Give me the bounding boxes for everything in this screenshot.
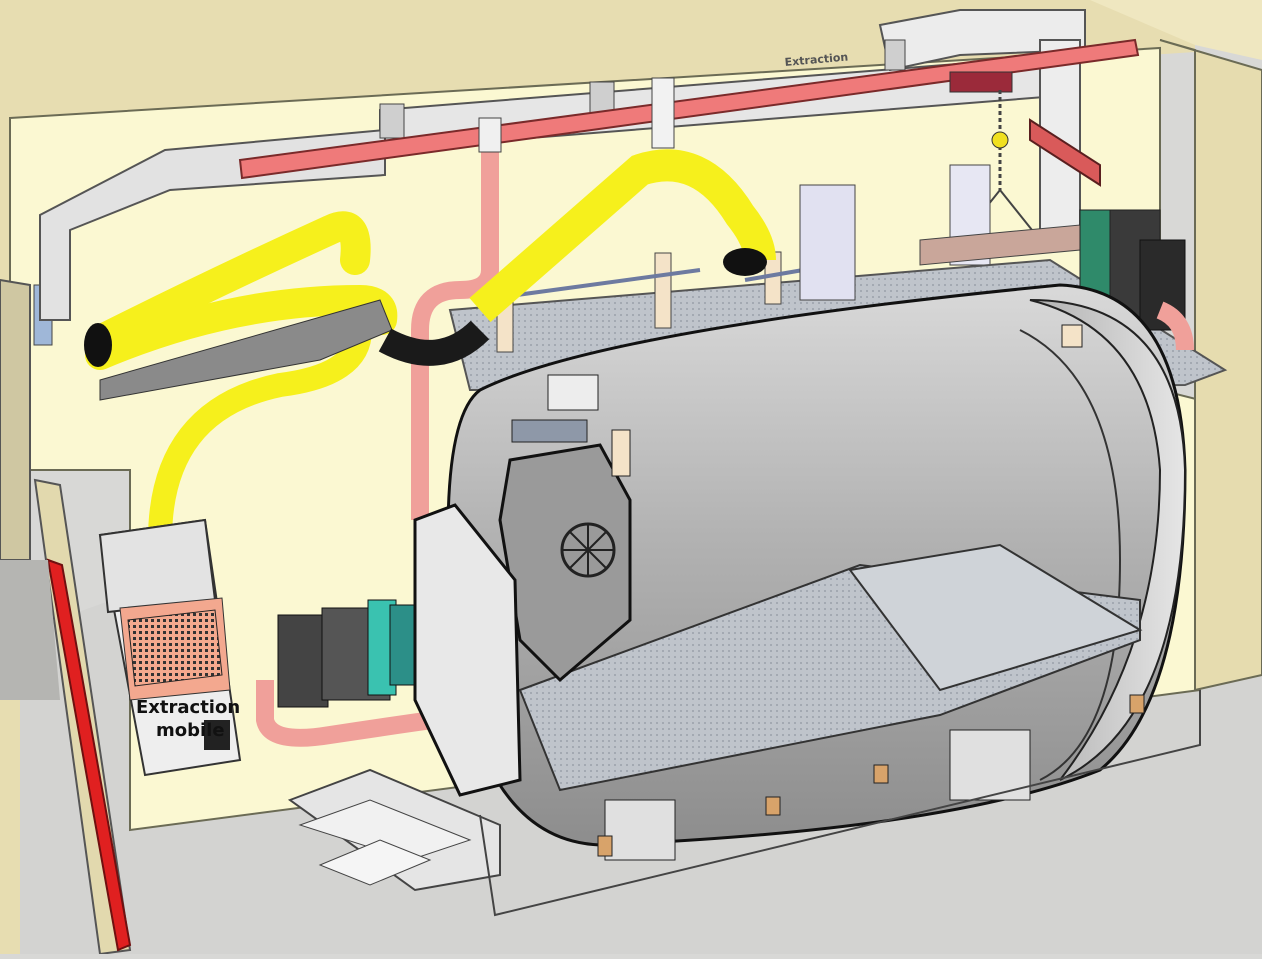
duct-clamp-3 — [884, 39, 906, 71]
top-hatch — [511, 419, 588, 443]
duct-drop — [651, 77, 675, 149]
hoist-hook — [991, 131, 1009, 149]
leg-2 — [765, 796, 781, 816]
pressure-vessel — [413, 283, 1187, 861]
unit-label-line2: mobile — [156, 720, 225, 741]
small-nozzle-2 — [1061, 324, 1083, 348]
support-column — [799, 184, 856, 301]
scene-svg: Extraction Extraction mobile — [0, 0, 1262, 956]
trolley — [949, 71, 1013, 93]
installation-scene: Extraction Extraction mobile — [0, 0, 1262, 956]
leg-1 — [597, 835, 613, 857]
left-door-frame — [0, 278, 31, 561]
small-nozzle-1 — [611, 429, 631, 477]
duct-clamp-1 — [379, 103, 405, 139]
saddle-1 — [604, 799, 676, 861]
center-arm-nozzle — [723, 248, 767, 276]
stub-pipe-1 — [654, 252, 672, 329]
pink-pipe-cap — [478, 117, 502, 153]
unit-label-line1: Extraction — [136, 697, 240, 718]
yellow-arm-nozzle — [84, 323, 112, 367]
leg-4 — [1129, 694, 1145, 714]
leg-3 — [873, 764, 889, 784]
top-nozzle — [547, 374, 599, 411]
